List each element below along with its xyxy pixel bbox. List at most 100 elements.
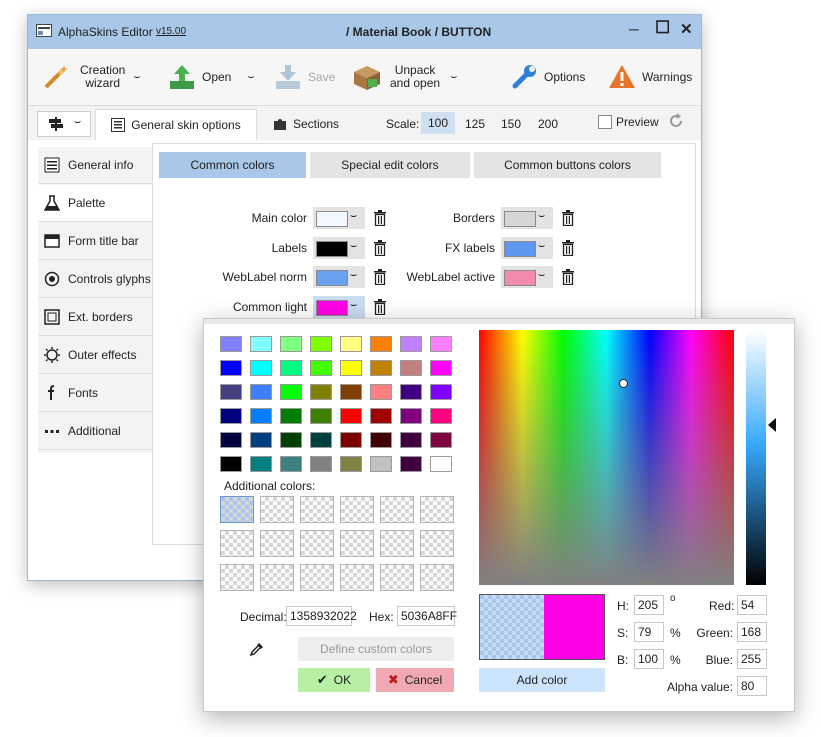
custom-color-cell[interactable] [220, 564, 254, 591]
s-input[interactable]: 79 [634, 622, 664, 642]
chevron-down-icon[interactable]: ⌣ [450, 71, 457, 84]
add-color-button[interactable]: Add color [479, 668, 605, 692]
nav-item-general-info[interactable]: General info [38, 147, 152, 184]
custom-color-cell[interactable] [380, 496, 414, 523]
basic-color-cell[interactable] [400, 360, 422, 376]
warnings-button[interactable]: Warnings [608, 55, 692, 99]
basic-color-cell[interactable] [220, 336, 242, 352]
ok-button[interactable]: ✔ OK [298, 668, 370, 692]
h-input[interactable]: 205 [634, 595, 664, 615]
basic-color-cell[interactable] [340, 336, 362, 352]
save-button[interactable]: Save [274, 55, 335, 99]
trash-icon[interactable] [561, 210, 575, 226]
custom-color-cell[interactable] [340, 496, 374, 523]
basic-color-cell[interactable] [220, 456, 242, 472]
basic-color-cell[interactable] [430, 456, 452, 472]
nav-item-additional[interactable]: Additional [38, 413, 152, 450]
preview-checkbox[interactable] [598, 115, 612, 129]
maximize-button[interactable]: ☐ [655, 18, 670, 38]
minimize-button[interactable]: ─ [629, 21, 639, 37]
custom-color-cell[interactable] [300, 564, 334, 591]
basic-color-cell[interactable] [400, 432, 422, 448]
tab-sections[interactable]: Sections [258, 109, 354, 139]
labels-color-picker[interactable]: ⌣ [313, 237, 365, 259]
green-input[interactable]: 168 [737, 622, 767, 642]
basic-color-cell[interactable] [430, 384, 452, 400]
basic-color-cell[interactable] [400, 384, 422, 400]
basic-color-cell[interactable] [370, 456, 392, 472]
basic-color-cell[interactable] [310, 360, 332, 376]
alpha-input[interactable]: 80 [737, 676, 767, 696]
basic-color-cell[interactable] [220, 384, 242, 400]
nav-item-fonts[interactable]: Fonts [38, 375, 152, 412]
custom-color-cell[interactable] [340, 564, 374, 591]
basic-color-cell[interactable] [430, 408, 452, 424]
nav-item-palette[interactable]: Palette [38, 185, 152, 222]
refresh-icon[interactable] [668, 113, 684, 129]
custom-color-cell[interactable] [300, 496, 334, 523]
weblabel-norm-color-picker[interactable]: ⌣ [313, 266, 365, 288]
scale-200-button[interactable]: 200 [538, 117, 558, 131]
basic-color-cell[interactable] [250, 432, 272, 448]
basic-color-cell[interactable] [220, 408, 242, 424]
b-input[interactable]: 100 [634, 649, 664, 669]
basic-color-cell[interactable] [310, 336, 332, 352]
color-spectrum[interactable] [479, 330, 734, 585]
nav-item-form-title-bar[interactable]: Form title bar [38, 223, 152, 260]
custom-color-cell[interactable] [420, 530, 454, 557]
custom-color-cell[interactable] [260, 496, 294, 523]
chevron-down-icon[interactable]: ⌣ [133, 71, 140, 84]
close-button[interactable]: ✕ [680, 20, 693, 38]
basic-color-cell[interactable] [370, 360, 392, 376]
custom-color-cell[interactable] [420, 564, 454, 591]
open-button[interactable]: Open ⌣ [168, 55, 255, 99]
hex-input[interactable]: 5036A8FF [397, 606, 457, 626]
basic-color-cell[interactable] [370, 336, 392, 352]
cancel-button[interactable]: ✖ Cancel [376, 668, 454, 692]
custom-color-cell[interactable] [220, 496, 254, 523]
basic-color-cell[interactable] [220, 432, 242, 448]
basic-color-cell[interactable] [280, 456, 302, 472]
nav-item-outer-effects[interactable]: Outer effects [38, 337, 152, 374]
custom-color-cell[interactable] [380, 564, 414, 591]
main-color-picker[interactable]: ⌣ [313, 207, 365, 229]
brightness-slider[interactable] [746, 330, 766, 585]
decimal-input[interactable]: 1358932022 [286, 606, 357, 626]
basic-color-cell[interactable] [310, 408, 332, 424]
basic-color-cell[interactable] [250, 408, 272, 424]
signpost-dropdown[interactable]: ⌣ [37, 111, 91, 137]
chevron-down-icon[interactable]: ⌣ [247, 71, 254, 84]
spectrum-cursor[interactable] [619, 379, 628, 388]
basic-color-cell[interactable] [340, 360, 362, 376]
basic-color-cell[interactable] [220, 360, 242, 376]
custom-color-cell[interactable] [260, 564, 294, 591]
basic-color-cell[interactable] [310, 384, 332, 400]
basic-color-cell[interactable] [250, 456, 272, 472]
red-input[interactable]: 54 [737, 595, 767, 615]
basic-color-cell[interactable] [340, 384, 362, 400]
tab-general-skin-options[interactable]: General skin options [95, 109, 257, 140]
custom-color-cell[interactable] [220, 530, 254, 557]
basic-color-cell[interactable] [280, 432, 302, 448]
basic-color-cell[interactable] [430, 432, 452, 448]
options-button[interactable]: Options [510, 55, 585, 99]
basic-color-cell[interactable] [250, 336, 272, 352]
custom-color-cell[interactable] [380, 530, 414, 557]
blue-input[interactable]: 255 [737, 649, 767, 669]
brightness-pointer-icon[interactable] [768, 418, 776, 432]
borders-color-picker[interactable]: ⌣ [501, 207, 553, 229]
basic-color-cell[interactable] [340, 432, 362, 448]
basic-color-cell[interactable] [310, 456, 332, 472]
custom-color-cell[interactable] [420, 496, 454, 523]
basic-color-cell[interactable] [400, 408, 422, 424]
basic-color-cell[interactable] [400, 456, 422, 472]
basic-color-cell[interactable] [310, 432, 332, 448]
scale-100-button[interactable]: 100 [421, 112, 455, 134]
basic-color-cell[interactable] [340, 408, 362, 424]
nav-item-controls-glyphs[interactable]: Controls glyphs [38, 261, 152, 298]
common-light-color-picker[interactable]: ⌣ [313, 296, 365, 318]
define-custom-colors-button[interactable]: Define custom colors [298, 637, 454, 661]
subtab-special-edit-colors[interactable]: Special edit colors [310, 152, 470, 178]
basic-color-cell[interactable] [250, 360, 272, 376]
unpack-open-button[interactable]: Unpack and open ⌣ [352, 55, 457, 99]
